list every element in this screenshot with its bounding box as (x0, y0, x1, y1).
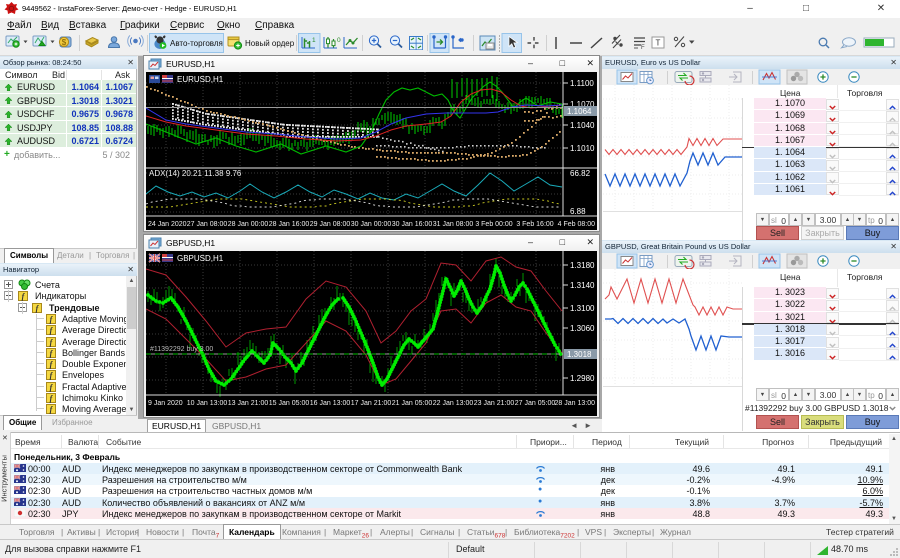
svg-text:4 Feb 08:00: 4 Feb 08:00 (558, 221, 595, 228)
svg-text:15 Jan 05:00: 15 Jan 05:00 (269, 400, 310, 407)
svg-text:29 Jan 08:00: 29 Jan 08:00 (310, 221, 351, 228)
svg-text:1.3180: 1.3180 (570, 261, 595, 270)
svg-text:0: 0 (337, 37, 341, 44)
svg-text:31 Jan 08:00: 31 Jan 08:00 (433, 221, 474, 228)
svg-text:9 Jan 2020: 9 Jan 2020 (148, 400, 183, 407)
svg-text:27 Jan 08:00: 27 Jan 08:00 (187, 221, 228, 228)
svg-text:3 Feb 00:00: 3 Feb 00:00 (475, 221, 512, 228)
svg-text:3 Feb 16:00: 3 Feb 16:00 (516, 221, 553, 228)
svg-text:1.3018: 1.3018 (567, 350, 592, 359)
svg-text:24 Jan 2020: 24 Jan 2020 (148, 221, 187, 228)
svg-text:17 Jan 21:00: 17 Jan 21:00 (351, 400, 392, 407)
svg-text:T: T (656, 39, 661, 48)
svg-text:23 Jan 21:00: 23 Jan 21:00 (474, 400, 515, 407)
svg-text:27 Jan 05:00: 27 Jan 05:00 (515, 400, 556, 407)
svg-text:1: 1 (312, 37, 316, 44)
svg-text:Авто-торговля: Авто-торговля (170, 39, 223, 48)
svg-text:21 Jan 05:00: 21 Jan 05:00 (392, 400, 433, 407)
svg-text:6.88: 6.88 (570, 207, 586, 216)
svg-text:22 Jan 13:00: 22 Jan 13:00 (433, 400, 474, 407)
svg-text:EURUSD,H1: EURUSD,H1 (177, 75, 224, 84)
svg-text:1.1040: 1.1040 (570, 121, 595, 130)
svg-text:28 Jan 16:00: 28 Jan 16:00 (269, 221, 310, 228)
svg-text:Новый ордер: Новый ордер (245, 39, 295, 48)
svg-text:F: F (641, 45, 645, 51)
svg-text:13 Jan 21:00: 13 Jan 21:00 (228, 400, 269, 407)
svg-text:ADX(14) 20.21 11.38 9.76: ADX(14) 20.21 11.38 9.76 (149, 169, 242, 178)
svg-text:$: $ (62, 38, 67, 47)
svg-text:1.3100: 1.3100 (570, 304, 595, 313)
svg-text:1.1100: 1.1100 (570, 79, 594, 88)
svg-text:GBPUSD,H1: GBPUSD,H1 (177, 254, 224, 263)
svg-text:28 Jan 13:00: 28 Jan 13:00 (555, 400, 596, 407)
svg-text:1.2980: 1.2980 (570, 374, 595, 383)
svg-text:10 Jan 13:00: 10 Jan 13:00 (187, 400, 228, 407)
svg-text:66.82: 66.82 (570, 169, 591, 178)
svg-text:#11392292 buy 3.00: #11392292 buy 3.00 (150, 346, 213, 353)
svg-text:30 Jan 16:00: 30 Jan 16:00 (392, 221, 433, 228)
svg-text:1.3140: 1.3140 (570, 281, 595, 290)
svg-text:1.1064: 1.1064 (567, 107, 592, 116)
svg-text:30 Jan 00:00: 30 Jan 00:00 (351, 221, 392, 228)
svg-text:1.3060: 1.3060 (570, 324, 595, 333)
svg-text:1.1010: 1.1010 (570, 144, 595, 153)
svg-text:16 Jan 13:00: 16 Jan 13:00 (310, 400, 351, 407)
svg-text:28 Jan 00:00: 28 Jan 00:00 (228, 221, 269, 228)
